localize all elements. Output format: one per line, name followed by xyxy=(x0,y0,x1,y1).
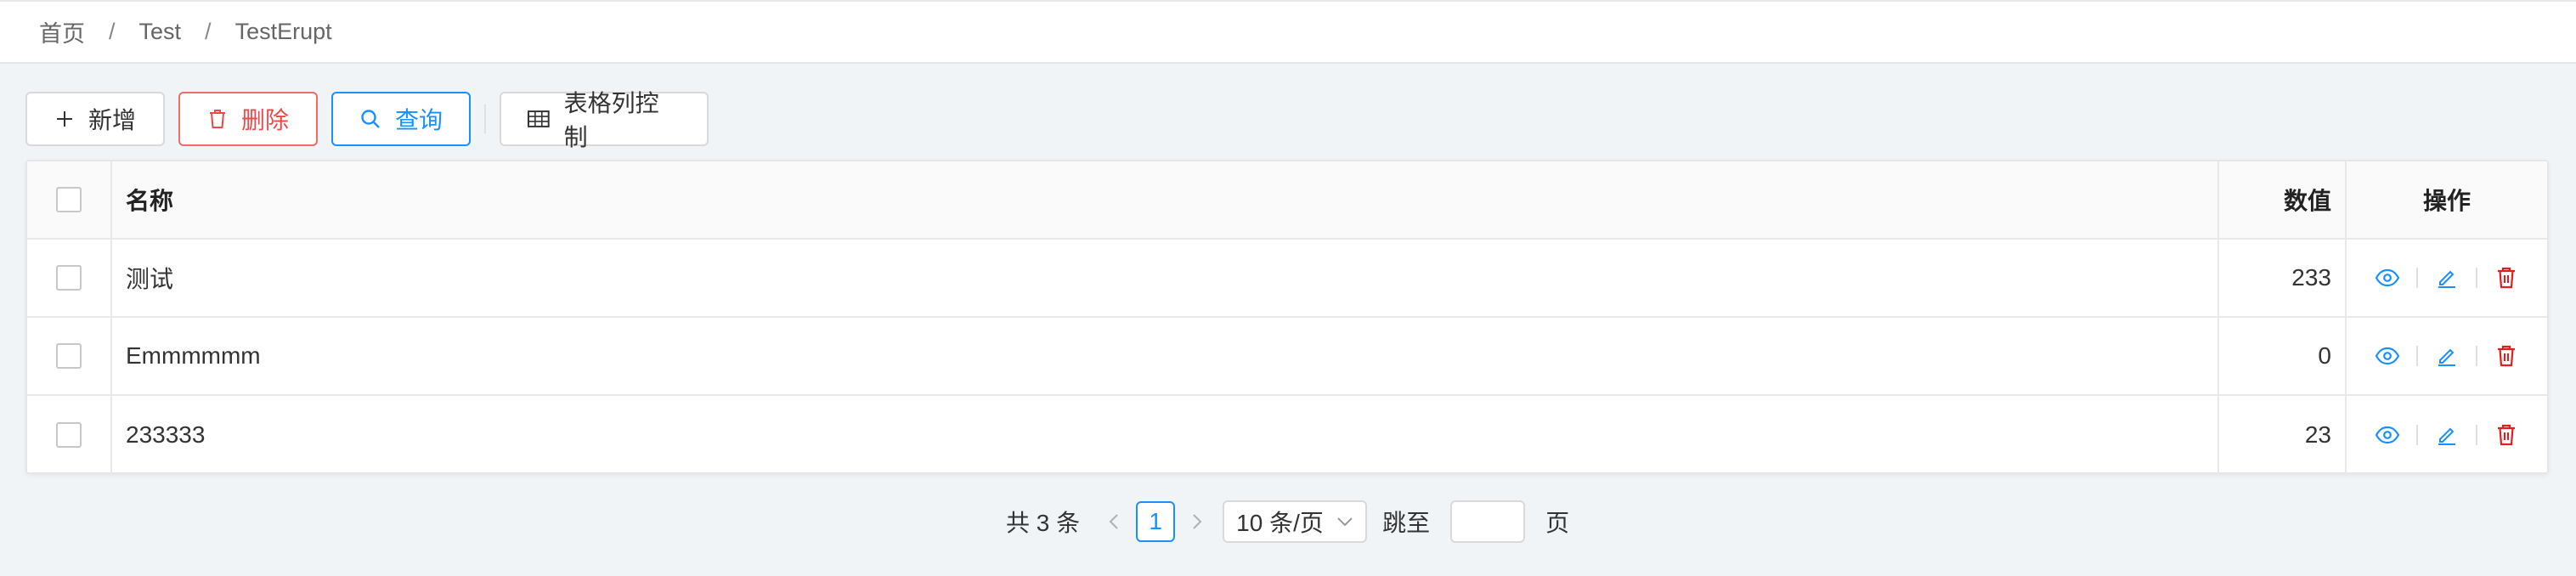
ops-divider xyxy=(2476,425,2477,445)
row-ops xyxy=(2347,396,2547,474)
delete-button-label: 删除 xyxy=(240,107,289,133)
next-page-icon[interactable] xyxy=(1185,512,1209,531)
jump-suffix: 页 xyxy=(1545,510,1570,536)
breadcrumb-current: TestErupt xyxy=(234,19,332,44)
row-name: Emmmmmm xyxy=(112,318,2219,394)
ops-divider xyxy=(2476,346,2477,366)
row-checkbox[interactable] xyxy=(56,343,82,369)
header-value[interactable]: 数值 xyxy=(2219,161,2347,238)
delete-icon[interactable] xyxy=(2489,418,2523,452)
ops-divider xyxy=(2416,425,2418,445)
delete-icon[interactable] xyxy=(2489,261,2523,295)
eye-icon[interactable] xyxy=(2370,418,2404,452)
row-name: 测试 xyxy=(112,240,2219,316)
row-check-cell xyxy=(27,240,112,316)
page-number-current[interactable]: 1 xyxy=(1136,501,1176,542)
select-all-checkbox[interactable] xyxy=(56,187,82,212)
eye-icon[interactable] xyxy=(2370,261,2404,295)
breadcrumb-home[interactable]: 首页 xyxy=(39,15,85,48)
jump-page-input[interactable] xyxy=(1450,500,1526,543)
page-size-select[interactable]: 10 条/页 xyxy=(1223,500,1368,543)
plus-icon xyxy=(56,111,72,127)
row-value: 233 xyxy=(2219,240,2347,316)
column-control-label: 表格列控制 xyxy=(563,90,659,150)
row-ops xyxy=(2347,240,2547,316)
breadcrumb-separator: / xyxy=(205,19,212,44)
jump-label: 跳至 xyxy=(1382,510,1431,536)
table-row: Emmmmmm 0 xyxy=(27,318,2547,396)
eye-icon[interactable] xyxy=(2370,339,2404,373)
ops-divider xyxy=(2416,346,2418,366)
pagination-total: 共 3 条 xyxy=(1006,510,1081,536)
table-row: 233333 23 xyxy=(27,396,2547,474)
row-value: 0 xyxy=(2219,318,2347,394)
edit-icon[interactable] xyxy=(2430,339,2464,373)
delete-button[interactable]: 删除 xyxy=(178,92,318,146)
row-checkbox[interactable] xyxy=(56,422,82,448)
row-ops xyxy=(2347,318,2547,394)
search-icon xyxy=(361,110,380,128)
add-button-label: 新增 xyxy=(88,107,136,133)
delete-icon[interactable] xyxy=(2489,339,2523,373)
ops-divider xyxy=(2416,268,2418,288)
breadcrumb-test[interactable]: Test xyxy=(139,19,182,45)
header-ops: 操作 xyxy=(2422,188,2471,214)
row-value: 23 xyxy=(2219,396,2347,474)
breadcrumb-separator: / xyxy=(109,19,116,44)
query-button-label: 查询 xyxy=(394,107,443,133)
chevron-down-icon xyxy=(1337,517,1353,527)
row-name: 233333 xyxy=(112,396,2219,474)
trash-icon xyxy=(209,110,225,128)
row-check-cell xyxy=(27,396,112,474)
toolbar: 新增 删除 查询 表格列控制 xyxy=(25,90,722,150)
edit-icon[interactable] xyxy=(2430,418,2464,452)
table-header: 名称 数值 操作 xyxy=(27,161,2547,240)
table-icon xyxy=(527,110,550,127)
prev-page-icon[interactable] xyxy=(1102,512,1126,531)
page-size-value: 10 条/页 xyxy=(1236,510,1324,536)
add-button[interactable]: 新增 xyxy=(25,92,165,146)
row-checkbox[interactable] xyxy=(56,265,82,291)
row-check-cell xyxy=(27,318,112,394)
data-table: 名称 数值 操作 测试 233 Emmmmmm 0 233333 23 xyxy=(25,160,2549,474)
column-control-button[interactable]: 表格列控制 xyxy=(500,90,709,150)
header-name[interactable]: 名称 xyxy=(112,161,2219,238)
toolbar-divider xyxy=(484,104,486,133)
pagination: 共 3 条 1 10 条/页 跳至 页 xyxy=(1006,500,1569,544)
edit-icon[interactable] xyxy=(2430,261,2464,295)
table-row: 测试 233 xyxy=(27,240,2547,318)
breadcrumb: 首页 / Test / TestErupt xyxy=(0,0,2576,64)
header-check-cell xyxy=(27,161,112,238)
ops-divider xyxy=(2476,268,2477,288)
query-button[interactable]: 查询 xyxy=(331,92,471,146)
